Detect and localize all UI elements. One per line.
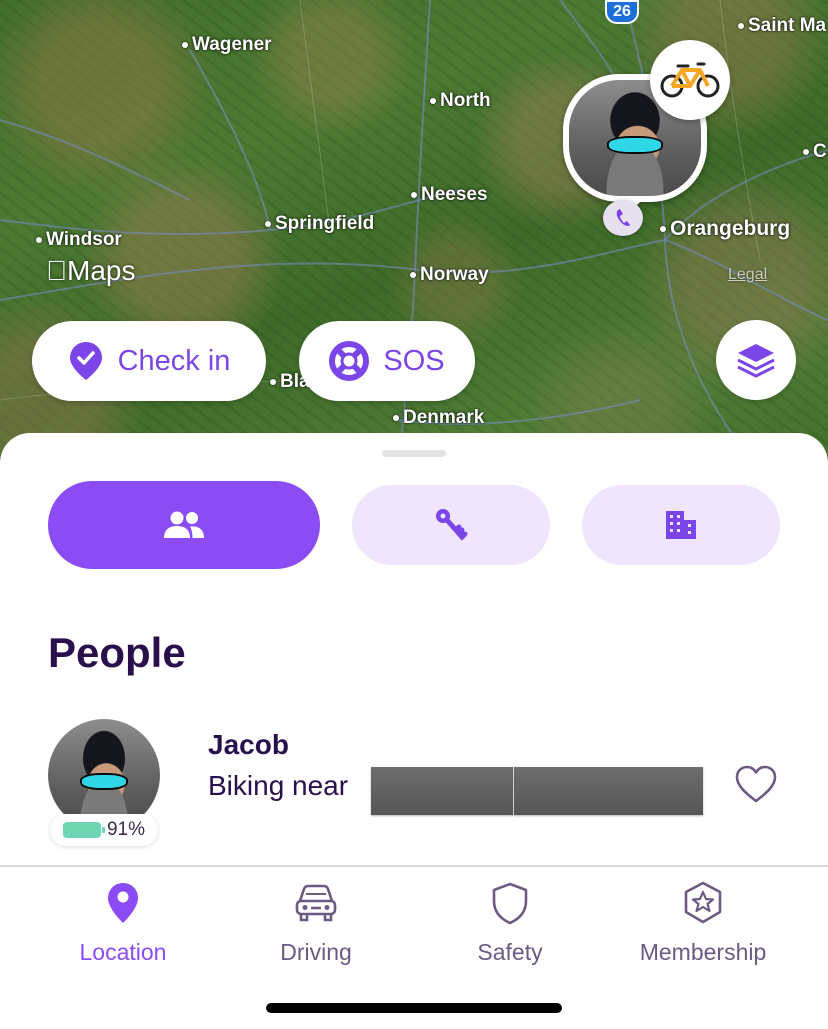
map-place-label: Denmark [393, 407, 484, 429]
map-place-label: Springfield [265, 213, 374, 235]
map-view[interactable]: 26 Wagener North Neeses Springfield Wind… [0, 0, 828, 470]
segment-places[interactable] [582, 485, 780, 565]
tab-membership[interactable]: Membership [603, 879, 803, 966]
tab-label: Driving [280, 939, 352, 965]
map-place-label: Orangeburg [660, 217, 790, 241]
legal-link[interactable]: Legal [728, 266, 767, 284]
battery-icon [62, 822, 105, 838]
map-layers-button[interactable] [716, 320, 796, 400]
building-icon [666, 511, 696, 539]
map-place-label: Saint Ma [738, 15, 826, 37]
member-status: Biking near [208, 770, 349, 801]
battery-percent: 91% [106, 819, 146, 840]
phone-location-icon [603, 200, 643, 236]
people-icon [164, 511, 204, 538]
sos-button[interactable]: SOS [299, 321, 475, 401]
lifebuoy-icon [329, 341, 370, 381]
redaction-block [371, 767, 513, 815]
tab-label: Membership [639, 939, 767, 965]
location-pin-icon [108, 883, 138, 923]
segment-people[interactable] [48, 481, 320, 569]
sheet-grabber[interactable] [382, 450, 446, 457]
map-place-label: Windsor [36, 229, 122, 251]
favorite-heart-icon[interactable] [734, 764, 778, 804]
highway-shield: 26 [605, 0, 639, 24]
map-place-label: Wagener [182, 34, 272, 56]
layers-icon [737, 344, 775, 378]
tab-safety[interactable]: Safety [410, 879, 610, 966]
check-in-button[interactable]: Check in [32, 321, 266, 401]
map-place-label: C [803, 141, 827, 163]
shield-icon [492, 882, 528, 925]
star-badge-icon [684, 881, 722, 924]
people-section-title: People [48, 629, 186, 676]
bottom-sheet: People 91% Jacob Biking near [0, 433, 828, 866]
sos-label: SOS [383, 344, 445, 377]
map-place-label: Norway [410, 264, 489, 286]
segment-items[interactable] [352, 485, 550, 565]
home-indicator[interactable] [266, 1003, 562, 1013]
tab-location[interactable]: Location [23, 879, 223, 966]
tab-label: Safety [477, 939, 543, 965]
bicycle-icon [650, 40, 730, 120]
member-name[interactable]: Jacob [208, 729, 289, 761]
battery-badge: 91% [50, 814, 158, 846]
keys-icon [436, 509, 468, 541]
car-icon [295, 884, 337, 922]
map-place-label: North [430, 90, 491, 112]
map-place-label: Neeses [411, 184, 488, 206]
check-in-pin-icon [69, 342, 102, 380]
check-in-label: Check in [117, 344, 231, 377]
tab-label: Location [79, 939, 167, 965]
redaction-block [514, 767, 703, 815]
tab-driving[interactable]: Driving [216, 879, 416, 966]
apple-logo-icon:  [46, 255, 67, 286]
apple-maps-logo: Maps [46, 255, 135, 286]
